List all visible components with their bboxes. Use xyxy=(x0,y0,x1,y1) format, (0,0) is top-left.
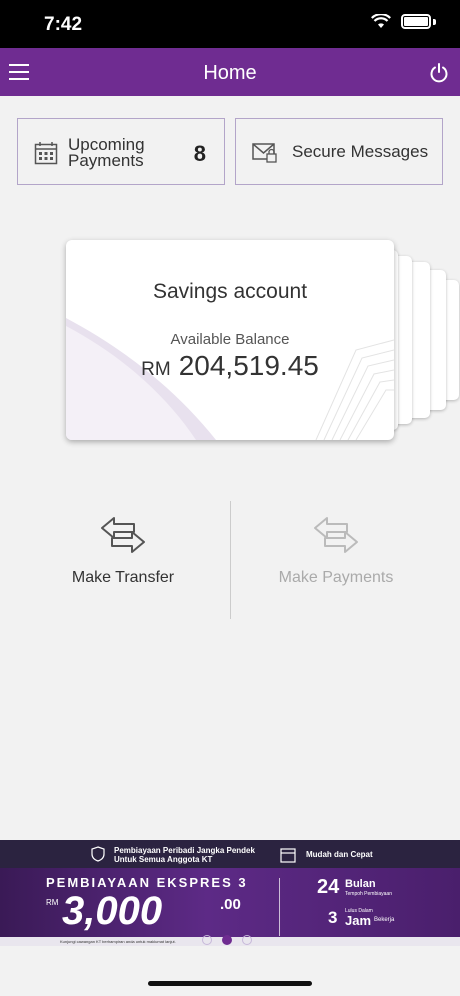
actions-divider xyxy=(230,501,231,619)
banner-hours-label: Jam xyxy=(345,913,372,928)
balance-amount: RM 204,519.45 xyxy=(66,350,394,382)
envelope-lock-icon xyxy=(252,143,277,163)
available-balance-label: Available Balance xyxy=(170,331,290,348)
calendar-icon xyxy=(34,142,58,165)
banner-working-label: Bekerja xyxy=(374,917,395,923)
banner-fast: Mudah dan Cepat xyxy=(306,850,373,859)
carousel-dot[interactable] xyxy=(242,935,252,945)
secure-messages-label: Secure Messages xyxy=(292,142,429,161)
card-title: Savings account xyxy=(152,280,308,303)
status-time: 7:42 xyxy=(44,14,83,35)
banner-calendar-icon xyxy=(280,848,296,863)
status-icons xyxy=(371,14,436,29)
make-transfer-button[interactable]: Make Transfer xyxy=(55,515,191,587)
balance-value: 204,519.45 xyxy=(178,350,319,381)
banner-months-value: 24 xyxy=(317,876,340,898)
carousel-dot[interactable] xyxy=(202,935,212,945)
nav-bar: Home xyxy=(0,48,460,96)
upcoming-count: 8 xyxy=(193,141,206,166)
carousel-dots xyxy=(202,935,252,945)
home-indicator[interactable] xyxy=(148,981,312,986)
make-payments-button[interactable]: Make Payments xyxy=(268,515,404,587)
battery-icon xyxy=(401,14,431,29)
battery-tip xyxy=(433,18,436,25)
currency-label: RM xyxy=(141,359,171,380)
banner-hours-value: 3 xyxy=(328,908,338,927)
power-icon[interactable] xyxy=(428,62,450,84)
upcoming-payments-tile[interactable]: Upcoming Payments 8 xyxy=(17,118,225,185)
banner-amount: 3,000 xyxy=(62,889,163,933)
wifi-icon xyxy=(371,14,391,28)
banner-cents: .00 xyxy=(220,896,241,913)
secure-messages-tile[interactable]: Secure Messages xyxy=(235,118,443,185)
banner-line1: Pembiayaan Peribadi Jangka Pendek xyxy=(114,846,255,855)
savings-account-card[interactable]: Savings account Available Balance RM 204,… xyxy=(66,240,394,440)
banner-separator xyxy=(279,878,280,936)
bottom-area xyxy=(0,946,460,996)
upcoming-label-line2: Payments xyxy=(68,151,144,170)
banner-headline: PEMBIAYAAN EKSPRES 3 xyxy=(46,875,248,890)
carousel-dot[interactable] xyxy=(222,935,232,945)
banner-rm: RM xyxy=(46,898,59,907)
page-title: Home xyxy=(203,62,257,84)
payment-arrows-icon xyxy=(314,517,358,553)
promo-banner[interactable]: Pembiayaan Peribadi Jangka Pendek Untuk … xyxy=(0,840,460,946)
banner-shield-icon xyxy=(91,846,105,862)
status-bar: 7:42 xyxy=(0,0,460,48)
transfer-arrows-icon xyxy=(101,517,145,553)
banner-tenure-label: Tempoh Pembiayaan xyxy=(345,891,392,897)
make-transfer-label: Make Transfer xyxy=(71,569,175,586)
banner-months-label: Bulan xyxy=(345,878,376,890)
banner-line2: Untuk Semua Anggota KT xyxy=(114,855,213,864)
make-payments-label: Make Payments xyxy=(278,569,394,586)
